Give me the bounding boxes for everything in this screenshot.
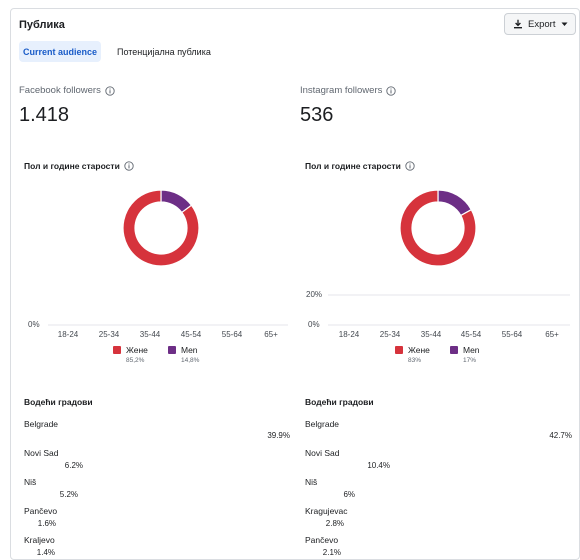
women-swatch xyxy=(113,346,121,354)
facebook-y-tick-0: 0% xyxy=(28,320,40,329)
facebook-age-tick: 35-44 xyxy=(140,330,161,339)
facebook-city-pct: 1.4% xyxy=(36,548,55,557)
facebook-age-gender-label: Пол и године старости xyxy=(24,161,134,171)
instagram-city-name: Niš xyxy=(305,477,318,487)
instagram-legend-women[interactable]: Жене 83% xyxy=(395,345,430,364)
men-swatch xyxy=(450,346,458,354)
instagram-city-name: Pančevo xyxy=(305,535,339,545)
legend-pct: 85,2% xyxy=(126,357,145,364)
info-icon[interactable] xyxy=(124,161,134,171)
instagram-age-tick: 18-24 xyxy=(339,330,360,339)
instagram-city-pct: 2.8% xyxy=(325,519,344,528)
download-icon xyxy=(514,19,522,29)
instagram-city-name: Kragujevac xyxy=(305,506,348,516)
facebook-city-name: Niš xyxy=(24,477,37,487)
instagram-y-tick-20: 20% xyxy=(306,290,322,299)
instagram-city-pct: 42.7% xyxy=(549,431,572,440)
facebook-age-tick: 65+ xyxy=(264,330,278,339)
instagram-city-pct: 2.1% xyxy=(322,548,341,557)
instagram-age-tick: 65+ xyxy=(545,330,559,339)
chevron-down-icon xyxy=(561,22,568,26)
instagram-top-cities-title: Водећи градови xyxy=(305,397,374,407)
facebook-city-name: Kraljevo xyxy=(24,535,55,545)
facebook-age-tick: 45-54 xyxy=(181,330,202,339)
instagram-followers-label: Instagram followers xyxy=(300,85,397,96)
women-swatch xyxy=(395,346,403,354)
facebook-city-name: Pančevo xyxy=(24,506,58,516)
facebook-top-cities-title: Водећи градови xyxy=(24,397,93,407)
men-swatch xyxy=(168,346,176,354)
instagram-legend-men[interactable]: Men 17% xyxy=(450,345,480,364)
legend-pct: 17% xyxy=(463,357,477,364)
facebook-city-pct: 5.2% xyxy=(59,490,78,499)
instagram-y-tick-0: 0% xyxy=(308,320,320,329)
instagram-age-gender-label-text: Пол и године старости xyxy=(305,161,401,171)
instagram-age-tick: 45-54 xyxy=(461,330,482,339)
instagram-age-gender-label: Пол и године старости xyxy=(305,161,415,171)
instagram-gender-donut-chart xyxy=(399,189,477,267)
facebook-followers-label: Facebook followers xyxy=(19,85,115,96)
instagram-city-pct: 6% xyxy=(343,490,355,499)
page-title: Публика xyxy=(19,19,65,31)
instagram-age-tick: 55-64 xyxy=(502,330,523,339)
tab-potential-audience[interactable]: Потенцијална публика xyxy=(117,41,211,62)
legend-label: Men xyxy=(463,345,480,355)
export-label: Export xyxy=(528,18,556,30)
legend-pct: 83% xyxy=(408,357,422,364)
info-icon[interactable] xyxy=(386,85,397,96)
facebook-followers-label-text: Facebook followers xyxy=(19,85,101,96)
info-icon[interactable] xyxy=(405,161,415,171)
facebook-city-name: Novi Sad xyxy=(24,448,59,458)
facebook-legend-women[interactable]: Жене 85,2% xyxy=(113,345,148,364)
instagram-city-name: Novi Sad xyxy=(305,448,340,458)
instagram-followers-label-text: Instagram followers xyxy=(300,85,383,96)
legend-label: Men xyxy=(181,345,198,355)
tab-current-audience[interactable]: Current audience xyxy=(19,41,101,62)
instagram-men-slice[interactable] xyxy=(437,189,473,217)
facebook-age-tick: 55-64 xyxy=(222,330,243,339)
facebook-followers-value: 1.418 xyxy=(19,104,70,126)
instagram-followers-value: 536 xyxy=(300,104,334,126)
facebook-age-tick: 25-34 xyxy=(99,330,120,339)
instagram-city-pct: 10.4% xyxy=(367,461,390,470)
info-icon[interactable] xyxy=(105,85,115,96)
facebook-gender-donut-chart xyxy=(122,189,200,267)
facebook-city-name: Belgrade xyxy=(24,419,59,429)
facebook-age-tick: 18-24 xyxy=(58,330,79,339)
instagram-age-tick: 25-34 xyxy=(380,330,401,339)
instagram-age-axis: 20% 0% 18-24 25-34 35-44 45-54 55-64 65+ xyxy=(306,290,570,339)
export-button[interactable]: Export xyxy=(504,13,576,35)
facebook-legend-men[interactable]: Men 14,8% xyxy=(168,345,199,364)
instagram-city-name: Belgrade xyxy=(305,419,340,429)
facebook-city-pct: 6.2% xyxy=(64,461,83,470)
facebook-city-pct: 1.6% xyxy=(37,519,56,528)
legend-pct: 14,8% xyxy=(181,357,200,364)
legend-label: Жене xyxy=(126,345,148,355)
instagram-age-tick: 35-44 xyxy=(421,330,442,339)
facebook-age-gender-label-text: Пол и године старости xyxy=(24,161,120,171)
facebook-city-pct: 39.9% xyxy=(267,431,290,440)
legend-label: Жене xyxy=(408,345,430,355)
facebook-age-axis: 0% 18-24 25-34 35-44 45-54 55-64 65+ xyxy=(28,320,288,339)
